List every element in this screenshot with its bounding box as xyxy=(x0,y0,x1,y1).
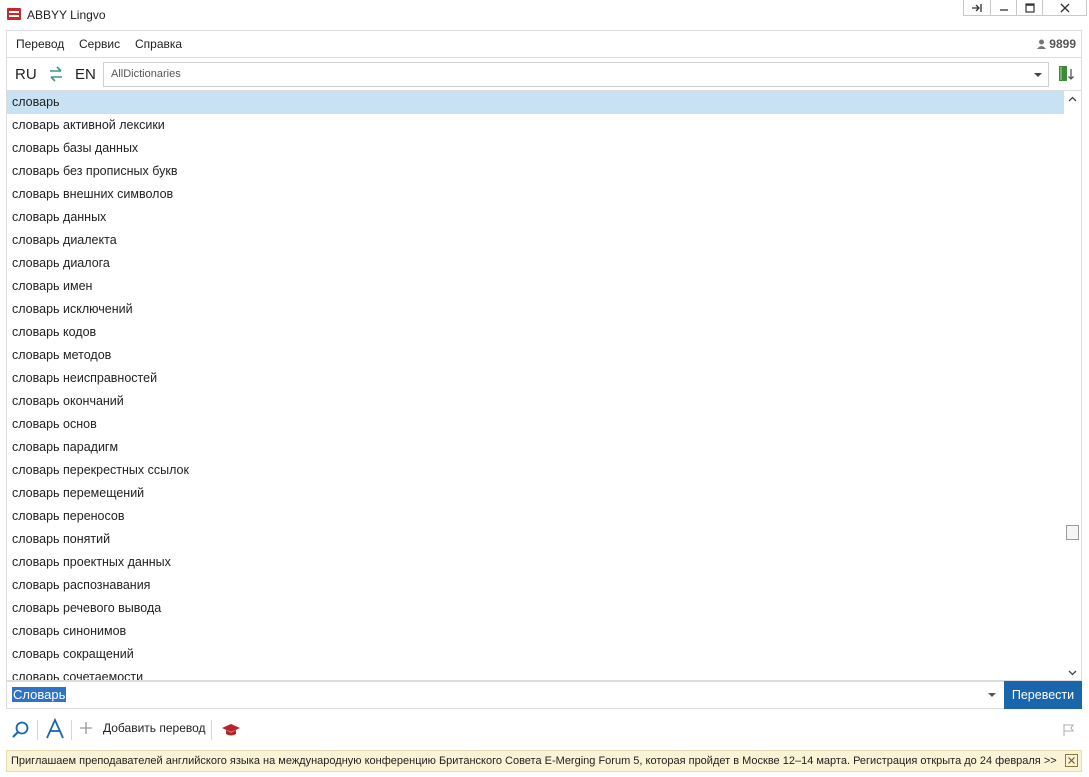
word-list-item[interactable]: словарь неисправностей xyxy=(7,367,1065,390)
scroll-thumb[interactable] xyxy=(1066,525,1079,540)
word-list-item[interactable]: словарь основ xyxy=(7,413,1065,436)
word-list-rows: словарь словарь активной лексики словарь б… xyxy=(7,91,1065,680)
word-list-item[interactable]: словарь диалекта xyxy=(7,229,1065,252)
word-list-item[interactable]: словарь активной лексики xyxy=(7,114,1065,137)
pin-icon xyxy=(972,3,982,12)
search-input[interactable]: Словарь xyxy=(12,687,67,702)
menu-translate[interactable]: Перевод xyxy=(16,37,64,51)
maximize-button[interactable] xyxy=(1016,0,1042,15)
minimize-button[interactable] xyxy=(990,0,1016,15)
word-list-item[interactable]: словарь распознавания xyxy=(7,574,1065,597)
word-list-item[interactable]: словарь перекрестных ссылок xyxy=(7,459,1065,482)
word-list-item[interactable]: словарь переносов xyxy=(7,505,1065,528)
maximize-icon xyxy=(1024,2,1035,13)
word-list-item[interactable]: словарь исключений xyxy=(7,298,1065,321)
word-list-item[interactable]: словарь синонимов xyxy=(7,620,1065,643)
user-icon xyxy=(1037,39,1047,49)
bottom-toolbar: Добавить перевод xyxy=(0,712,1089,746)
flag-icon[interactable] xyxy=(1062,723,1076,737)
dictionary-select[interactable]: AllDictionaries xyxy=(103,62,1049,87)
word-list-item[interactable]: словарь проектных данных xyxy=(7,551,1065,574)
score-value: 9899 xyxy=(1049,37,1076,51)
title-bar: ABBYY Lingvo xyxy=(0,0,1089,30)
history-dropdown-icon[interactable] xyxy=(988,693,996,697)
search-bar: Словарь Перевести xyxy=(6,681,1082,709)
word-list-item[interactable]: словарь окончаний xyxy=(7,390,1065,413)
window-title: ABBYY Lingvo xyxy=(27,8,106,22)
swap-languages-icon[interactable] xyxy=(47,64,65,84)
dictionary-value: AllDictionaries xyxy=(111,68,181,80)
scroll-down-icon[interactable] xyxy=(1068,668,1077,677)
banner-text[interactable]: Приглашаем преподавателей английского яз… xyxy=(11,755,1057,767)
translate-button[interactable]: Перевести xyxy=(1004,681,1082,709)
word-list-item[interactable]: словарь кодов xyxy=(7,321,1065,344)
toolbar-separator xyxy=(37,720,38,740)
word-list-item[interactable]: словарь речевого вывода xyxy=(7,597,1065,620)
abbyy-lingvo-logo-icon xyxy=(7,8,21,20)
word-list-item[interactable]: словарь внешних символов xyxy=(7,183,1065,206)
window-controls xyxy=(963,0,1087,16)
word-list-item[interactable]: словарь парадигм xyxy=(7,436,1065,459)
word-list-item[interactable]: словарь понятий xyxy=(7,528,1065,551)
scroll-up-icon[interactable] xyxy=(1068,95,1077,104)
font-icon[interactable] xyxy=(45,718,65,740)
close-icon xyxy=(1060,3,1069,12)
word-list-item[interactable]: словарь без прописных букв xyxy=(7,160,1065,183)
target-language[interactable]: EN xyxy=(75,66,96,83)
word-list-item[interactable]: словарь имен xyxy=(7,275,1065,298)
announcement-banner[interactable]: Приглашаем преподавателей английского яз… xyxy=(6,750,1082,772)
vertical-scrollbar[interactable] xyxy=(1064,91,1081,680)
pin-button[interactable] xyxy=(964,0,990,15)
add-translation-label: Добавить перевод xyxy=(103,721,206,735)
source-language[interactable]: RU xyxy=(15,66,37,83)
dictionary-book-icon[interactable] xyxy=(1057,65,1075,83)
word-list-item[interactable]: словарь перемещений xyxy=(7,482,1065,505)
toolbar-separator xyxy=(211,720,212,740)
language-bar: RU EN AllDictionaries xyxy=(6,57,1082,91)
close-banner-icon[interactable] xyxy=(1065,754,1078,767)
user-score[interactable]: 9899 xyxy=(1037,37,1076,51)
menu-bar: Перевод Сервис Справка 9899 xyxy=(6,30,1082,57)
word-list-item[interactable]: словарь xyxy=(7,91,1065,114)
word-list: словарь словарь активной лексики словарь б… xyxy=(6,91,1082,681)
word-list-item[interactable]: словарь сочетаемости xyxy=(7,666,1065,680)
close-button[interactable] xyxy=(1042,0,1086,15)
menu-help[interactable]: Справка xyxy=(135,37,182,51)
graduation-cap-icon[interactable] xyxy=(221,722,241,738)
word-list-item[interactable]: словарь методов xyxy=(7,344,1065,367)
add-translation-button[interactable]: Добавить перевод xyxy=(79,721,206,735)
word-list-item[interactable]: словарь базы данных xyxy=(7,137,1065,160)
minimize-icon xyxy=(999,8,1008,11)
word-list-item[interactable]: словарь диалога xyxy=(7,252,1065,275)
word-list-item[interactable]: словарь сокращений xyxy=(7,643,1065,666)
word-list-item[interactable]: словарь данных xyxy=(7,206,1065,229)
search-icon[interactable] xyxy=(11,720,31,740)
plus-icon xyxy=(80,722,92,734)
toolbar-separator xyxy=(71,720,72,740)
menu-service[interactable]: Сервис xyxy=(79,37,120,51)
chevron-down-icon xyxy=(1034,73,1042,77)
